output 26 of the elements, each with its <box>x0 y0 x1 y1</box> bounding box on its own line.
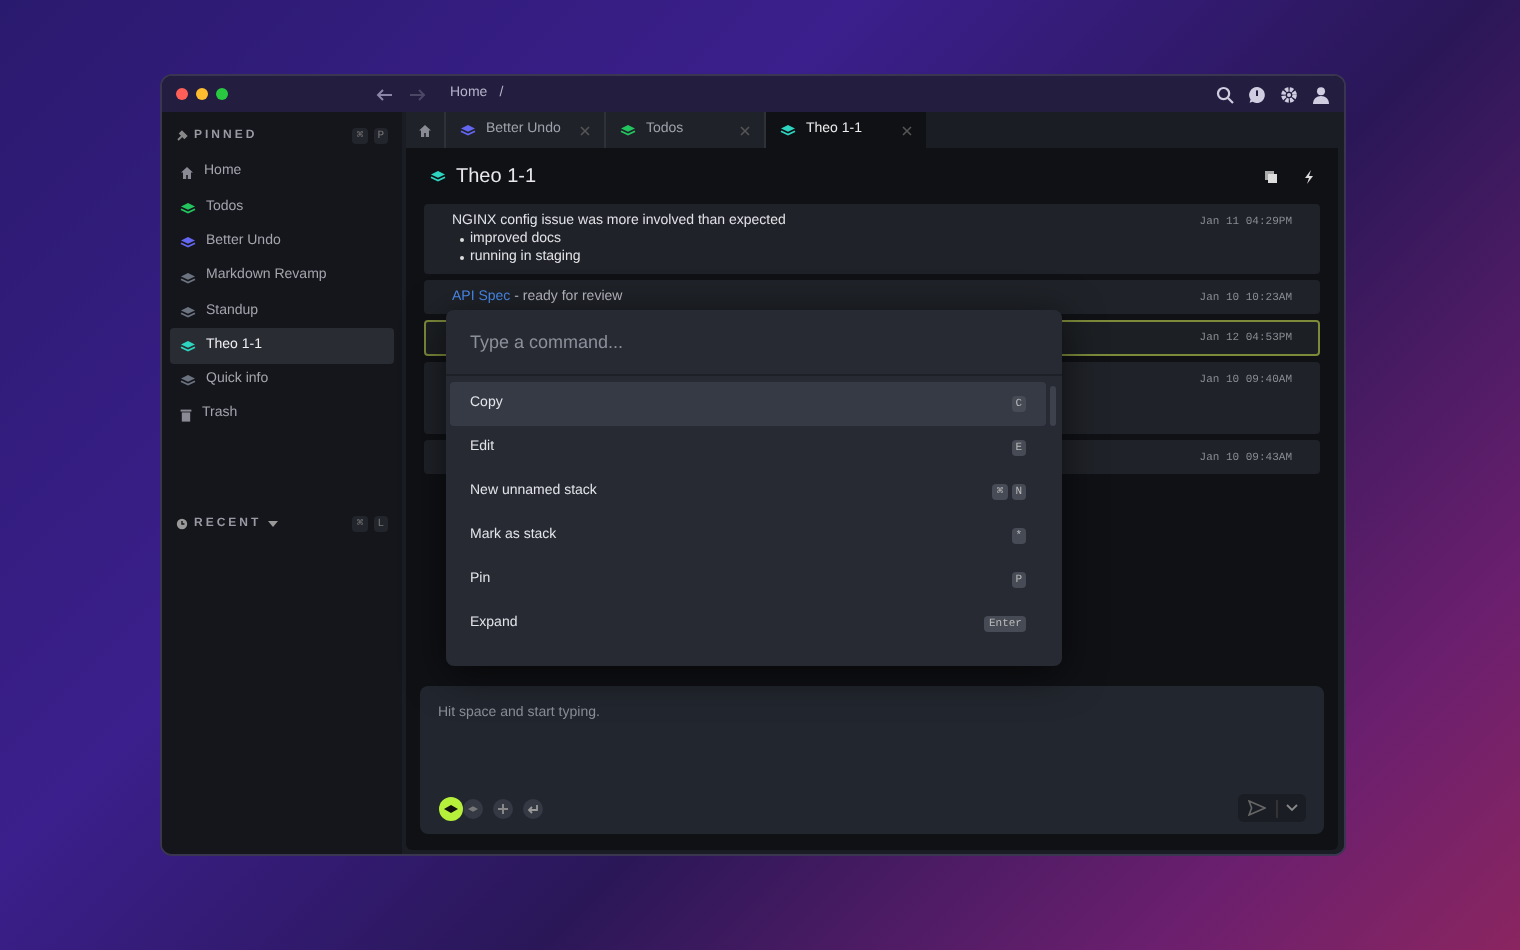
home-tab[interactable] <box>406 112 446 148</box>
command-input[interactable]: Type a command... <box>446 310 1062 376</box>
page-title: Theo 1-1 <box>456 163 537 191</box>
send-button[interactable] <box>1238 794 1306 822</box>
trash-icon <box>180 408 192 423</box>
close-button[interactable] <box>176 88 188 100</box>
chat-bubble-icon[interactable] <box>1248 85 1266 103</box>
settings-icon[interactable] <box>1280 85 1298 103</box>
chevron-down-icon[interactable] <box>1286 804 1298 812</box>
clock-icon <box>176 518 188 531</box>
stack-icon[interactable] <box>462 797 484 819</box>
plus-icon[interactable] <box>492 797 514 819</box>
return-icon[interactable] <box>522 797 544 819</box>
home-icon <box>418 123 432 137</box>
caret-down-icon[interactable] <box>267 520 278 529</box>
send-icon[interactable] <box>1248 800 1266 816</box>
close-icon[interactable] <box>902 125 912 135</box>
stack-toggle-icon[interactable] <box>438 795 464 821</box>
minimize-button[interactable] <box>196 88 208 100</box>
copy-icon[interactable] <box>1264 169 1278 183</box>
user-icon[interactable] <box>1312 85 1330 103</box>
back-arrow-icon[interactable] <box>376 87 394 101</box>
search-icon[interactable] <box>1216 85 1234 103</box>
home-icon <box>180 166 194 181</box>
zoom-button[interactable] <box>216 88 228 100</box>
lightning-icon[interactable] <box>1304 169 1314 183</box>
